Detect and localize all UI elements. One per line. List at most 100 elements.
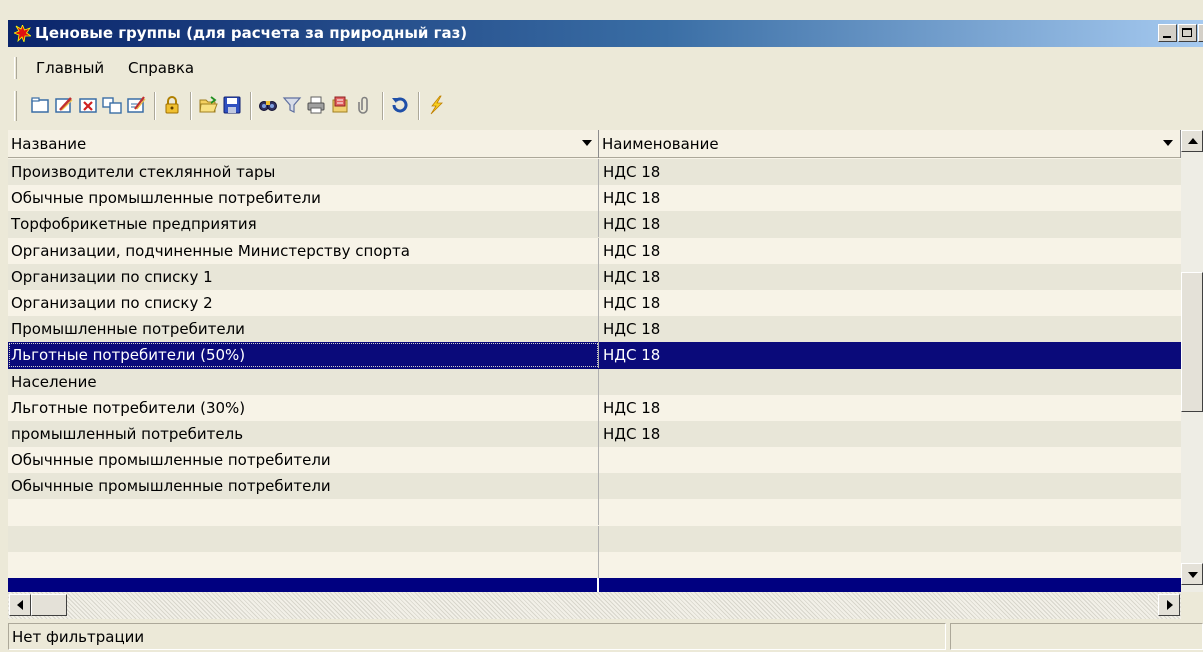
cell-naim[interactable]: НДС 18	[600, 211, 1181, 237]
horizontal-scroll-thumb[interactable]	[31, 594, 67, 616]
window-title: Ценовые группы (для расчета за природный…	[35, 24, 468, 42]
close-button[interactable]: ×	[1198, 24, 1203, 45]
delete-icon[interactable]	[78, 95, 98, 115]
scroll-up-button[interactable]	[1181, 130, 1203, 152]
toolbar-grip[interactable]	[14, 91, 17, 121]
table-row[interactable]: промышленный потребитель НДС 18	[8, 420, 1181, 448]
binoculars-icon[interactable]	[258, 95, 278, 115]
edit-icon[interactable]	[54, 95, 74, 115]
copy-icon[interactable]	[102, 95, 122, 115]
cell-naim[interactable]: НДС 18	[600, 421, 1181, 447]
dropdown-arrow-icon[interactable]	[1163, 140, 1173, 146]
open-folder-icon[interactable]	[198, 95, 218, 115]
status-panel	[950, 623, 1203, 650]
cell-naim[interactable]: НДС 18	[600, 395, 1181, 421]
table-row-empty[interactable]	[8, 551, 1181, 578]
dropdown-arrow-icon[interactable]	[582, 140, 592, 146]
cell-naim[interactable]: НДС 18	[600, 159, 1181, 185]
status-text: Нет фильтрации	[12, 628, 145, 646]
save-icon[interactable]	[222, 95, 242, 115]
cell-name[interactable]	[8, 551, 599, 578]
print-icon[interactable]	[306, 95, 326, 115]
toolbar-separator	[190, 92, 192, 120]
app-window: Ценовые группы (для расчета за природный…	[0, 0, 1203, 652]
cell-naim[interactable]: НДС 18	[600, 185, 1181, 211]
cell-naim[interactable]: НДС 18	[600, 316, 1181, 342]
refresh-icon[interactable]	[390, 95, 410, 115]
table-row[interactable]: Организации по списку 2 НДС 18	[8, 289, 1181, 317]
new-folder-icon[interactable]	[30, 95, 50, 115]
cell-naim[interactable]	[600, 578, 1181, 592]
table-row[interactable]: Обычные промышленные потребители НДС 18	[8, 185, 1181, 212]
table-row-new[interactable]	[8, 578, 1181, 592]
table-row[interactable]: Льготные потребители (30%) НДС 18	[8, 394, 1181, 421]
horizontal-scrollbar[interactable]	[8, 592, 1181, 619]
table-row-selected[interactable]: Льготные потребители (50%) НДС 18	[8, 342, 1181, 369]
maximize-button[interactable]	[1178, 24, 1197, 42]
toolbar-separator	[418, 92, 420, 120]
table-row[interactable]: Производители стеклянной тары НДС 18	[8, 159, 1181, 186]
scroll-down-button[interactable]	[1181, 563, 1203, 585]
table-row[interactable]: Торфобрикетные предприятия НДС 18	[8, 211, 1181, 238]
table-row[interactable]: Обычнные промышленные потребители	[8, 473, 1181, 500]
cell-name[interactable]	[8, 578, 599, 592]
toolbar	[8, 86, 1203, 126]
arrow-up-icon	[1188, 138, 1198, 144]
toolbar-separator	[382, 92, 384, 120]
minimize-icon	[1163, 36, 1171, 38]
vertical-scroll-thumb[interactable]	[1181, 272, 1203, 412]
column-header-naim[interactable]: Наименование	[599, 130, 1181, 158]
cell-name[interactable]: Обычнные промышленные потребители	[8, 447, 599, 474]
arrow-down-icon	[1188, 572, 1198, 578]
menu-item-main[interactable]: Главный	[36, 59, 104, 77]
cell-naim[interactable]: НДС 18	[600, 290, 1181, 316]
table-row[interactable]: Население	[8, 368, 1181, 395]
cell-name[interactable]: Промышленные потребители	[8, 316, 599, 343]
filter-icon[interactable]	[282, 95, 302, 115]
cell-name[interactable]	[8, 525, 599, 552]
cell-name[interactable]: промышленный потребитель	[8, 420, 599, 447]
table-row[interactable]: Обычнные промышленные потребители	[8, 447, 1181, 474]
menu-grip[interactable]	[14, 57, 17, 79]
cell-name[interactable]: Льготные потребители (30%)	[8, 394, 599, 421]
table-row[interactable]: Организации, подчиненные Министерству сп…	[8, 237, 1181, 264]
edit-list-icon[interactable]	[126, 95, 146, 115]
export-icon[interactable]	[330, 95, 350, 115]
data-grid: Название Наименование Производители стек…	[8, 130, 1203, 592]
cell-name[interactable]: Обычнные промышленные потребители	[8, 473, 599, 500]
table-row[interactable]: Организации по списку 1 НДС 18	[8, 263, 1181, 290]
cell-name[interactable]: Организации по списку 2	[8, 289, 599, 316]
cell-name[interactable]: Льготные потребители (50%)	[8, 342, 599, 369]
cell-naim[interactable]: НДС 18	[600, 342, 1181, 368]
title-bar[interactable]: Ценовые группы (для расчета за природный…	[8, 20, 1203, 47]
menu-item-help[interactable]: Справка	[128, 59, 194, 77]
status-panel: Нет фильтрации	[8, 623, 946, 650]
cell-name[interactable]: Торфобрикетные предприятия	[8, 211, 599, 238]
table-row-empty[interactable]	[8, 525, 1181, 552]
lock-icon[interactable]	[162, 95, 182, 115]
maximize-icon	[1182, 28, 1192, 37]
column-header-name[interactable]: Название	[8, 130, 599, 158]
cell-name[interactable]: Организации, подчиненные Министерству сп…	[8, 237, 599, 264]
cell-naim[interactable]: НДС 18	[600, 264, 1181, 290]
red-star-icon	[14, 25, 31, 42]
cell-naim[interactable]: НДС 18	[600, 238, 1181, 264]
cell-naim[interactable]	[600, 473, 1181, 499]
scroll-left-button[interactable]	[9, 594, 31, 616]
cell-name[interactable]: Население	[8, 368, 599, 395]
scrollbar-corner	[1181, 592, 1203, 619]
vertical-scrollbar[interactable]	[1181, 130, 1203, 592]
lightning-icon[interactable]	[426, 95, 446, 115]
cell-naim[interactable]	[600, 369, 1181, 395]
cell-name[interactable]: Организации по списку 1	[8, 263, 599, 290]
arrow-left-icon	[17, 600, 23, 610]
cell-naim[interactable]	[600, 447, 1181, 473]
minimize-button[interactable]	[1158, 24, 1177, 42]
cell-name[interactable]	[8, 499, 599, 526]
attach-icon[interactable]	[354, 95, 374, 115]
table-row-empty[interactable]	[8, 499, 1181, 526]
table-row[interactable]: Промышленные потребители НДС 18	[8, 316, 1181, 343]
scroll-right-button[interactable]	[1158, 594, 1180, 616]
cell-name[interactable]: Производители стеклянной тары	[8, 159, 599, 185]
cell-name[interactable]: Обычные промышленные потребители	[8, 185, 599, 212]
